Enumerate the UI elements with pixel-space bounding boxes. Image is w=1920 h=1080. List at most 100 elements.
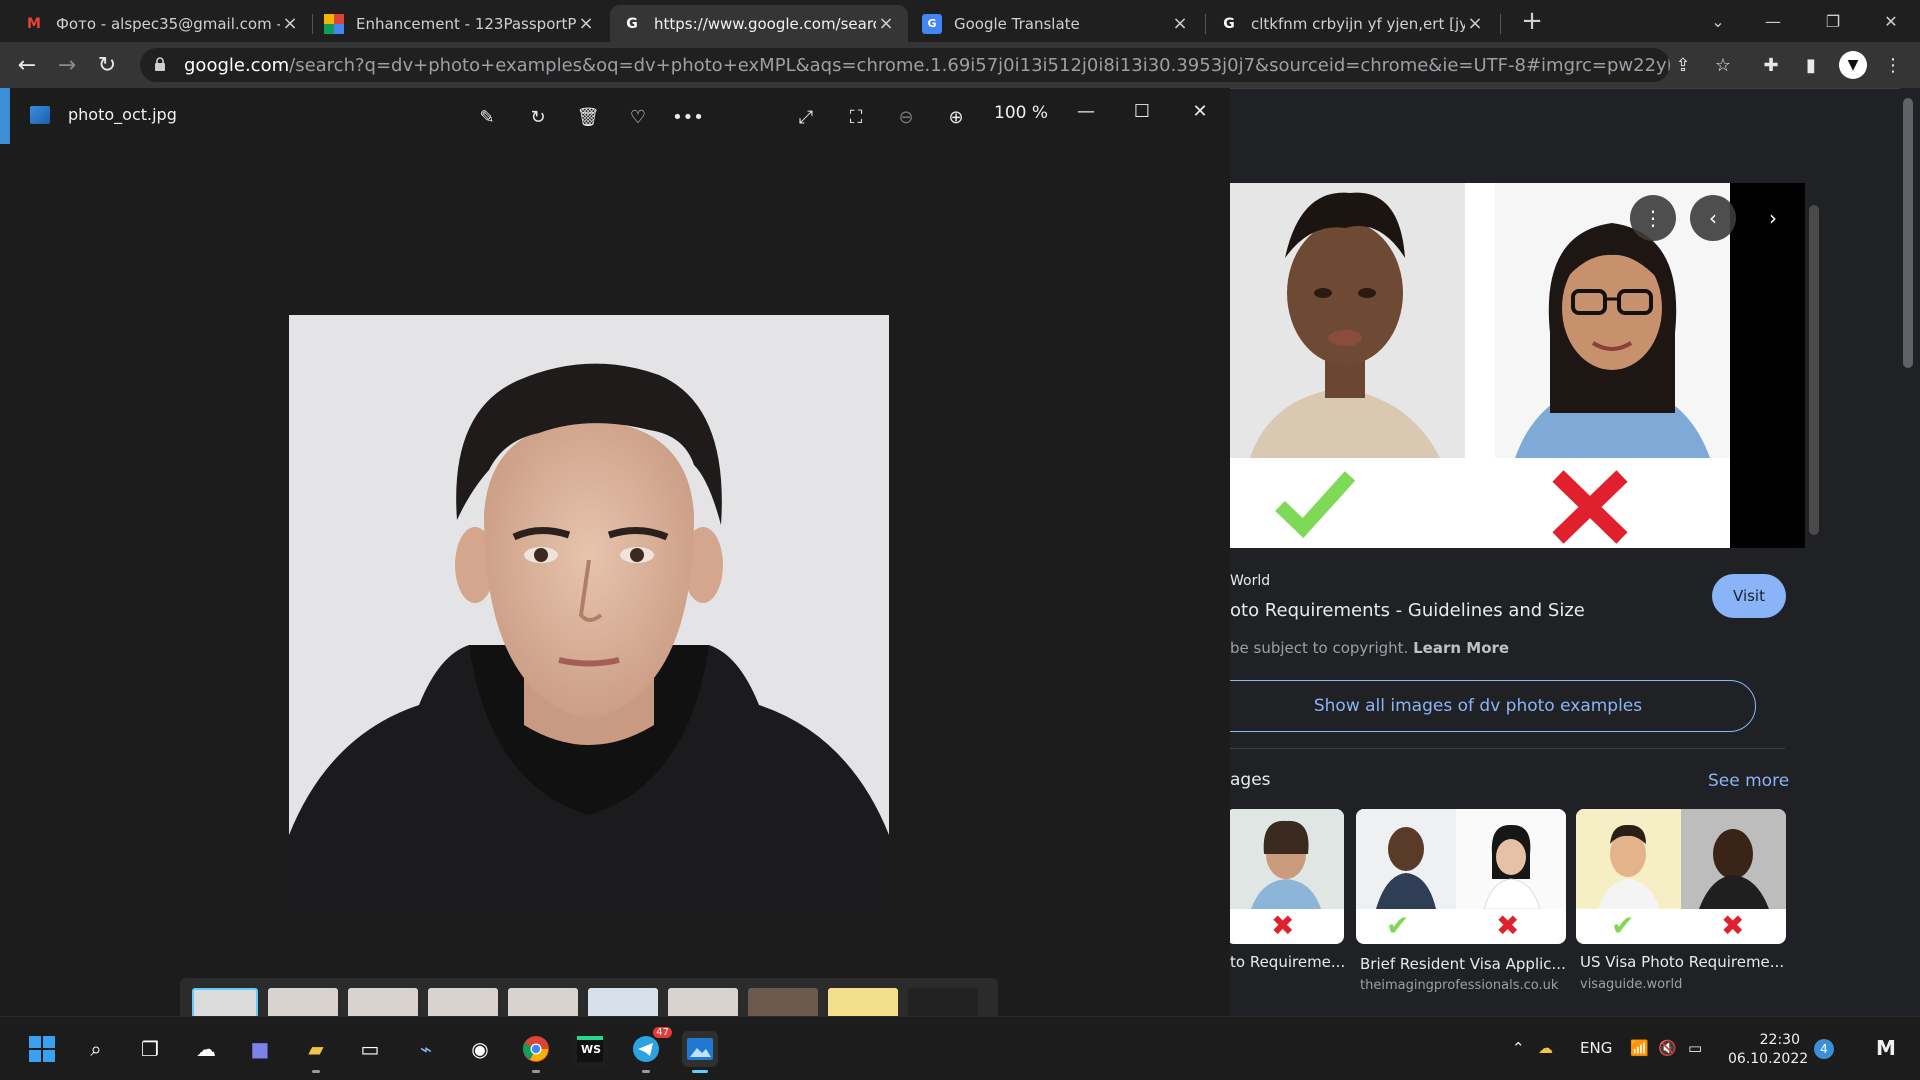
previous-image-icon[interactable]: ‹ xyxy=(1690,195,1736,241)
filmstrip-thumbnail[interactable] xyxy=(428,988,498,1016)
see-more-link[interactable]: See more xyxy=(1708,771,1789,791)
related-source[interactable]: visaguide.world xyxy=(1580,977,1785,992)
filmstrip-thumbnail-selected[interactable] xyxy=(192,988,258,1016)
related-image-card[interactable]: ✔ ✖ xyxy=(1576,809,1786,944)
notification-count[interactable]: 4 xyxy=(1814,1039,1834,1059)
battery-icon[interactable]: ▭ xyxy=(1688,1039,1702,1057)
filmstrip-thumbnail[interactable] xyxy=(908,988,978,1016)
panel-scrollbar[interactable] xyxy=(1806,185,1826,985)
filmstrip-thumbnail[interactable] xyxy=(748,988,818,1016)
terminal-icon[interactable]: ▭ xyxy=(352,1031,388,1067)
tab-gmail[interactable]: M Фото - alspec35@gmail.com - Gr × xyxy=(12,5,312,42)
monitor-app-icon[interactable]: ⌁ xyxy=(408,1031,444,1067)
start-icon[interactable] xyxy=(24,1031,60,1067)
close-window-icon[interactable]: ✕ xyxy=(1182,96,1218,126)
restore-icon[interactable]: ❐ xyxy=(1810,0,1856,42)
related-caption[interactable]: US Visa Photo Requireme... xyxy=(1580,953,1785,971)
bookmark-star-icon[interactable]: ☆ xyxy=(1708,50,1738,80)
extensions-icon[interactable]: ✚ xyxy=(1756,50,1786,80)
next-image-icon[interactable]: › xyxy=(1750,195,1796,241)
back-icon[interactable]: ← xyxy=(12,50,42,80)
reload-icon[interactable]: ↻ xyxy=(92,50,122,80)
more-options-icon[interactable]: ⋮ xyxy=(1630,195,1676,241)
learn-more-link[interactable]: Learn More xyxy=(1413,639,1509,657)
edit-image-icon[interactable]: ✎ xyxy=(470,100,504,134)
more-menu-icon[interactable]: ⋮ xyxy=(1878,50,1908,80)
filmstrip-thumbnail[interactable] xyxy=(508,988,578,1016)
close-window-icon[interactable]: ✕ xyxy=(1868,0,1914,42)
wifi-icon[interactable]: 📶 xyxy=(1630,1039,1649,1057)
close-icon[interactable]: × xyxy=(1465,13,1485,34)
clock[interactable]: 22:30 06.10.2022 xyxy=(1728,1031,1808,1069)
related-image-card[interactable]: ✖ xyxy=(1226,809,1344,944)
tab-search-icon[interactable]: ⌄ xyxy=(1695,0,1741,42)
onedrive-icon[interactable]: ☁ xyxy=(1538,1039,1553,1057)
preview-image-area[interactable]: ⋮ ‹ › xyxy=(1230,183,1805,548)
language-indicator[interactable]: ENG xyxy=(1580,1039,1612,1057)
displayed-photo[interactable] xyxy=(289,315,889,915)
zoom-level[interactable]: 100 % xyxy=(994,103,1048,123)
fit-to-window-icon[interactable]: ⛶ xyxy=(839,100,873,134)
page-scrollbar[interactable] xyxy=(1900,88,1920,1016)
tab-google-search[interactable]: G https://www.google.com/search? × xyxy=(610,5,908,42)
delete-icon[interactable]: 🗑 xyxy=(571,100,605,134)
minimize-icon[interactable]: — xyxy=(1068,96,1104,126)
image-file-icon xyxy=(30,106,50,124)
related-caption[interactable]: to Requireme... xyxy=(1230,953,1344,971)
scrollbar-thumb[interactable] xyxy=(1903,98,1913,368)
new-tab-button[interactable]: + xyxy=(1508,0,1556,42)
filmstrip-thumbnail[interactable] xyxy=(348,988,418,1016)
cross-icon: ✖ xyxy=(1721,909,1745,942)
search-icon[interactable]: ⌕ xyxy=(78,1031,114,1067)
show-hidden-icons-icon[interactable]: ⌃ xyxy=(1512,1039,1525,1057)
close-icon[interactable]: × xyxy=(280,13,300,34)
side-panel-icon[interactable]: ▮ xyxy=(1796,50,1826,80)
filmstrip-thumbnail[interactable] xyxy=(588,988,658,1016)
photos-app-icon[interactable] xyxy=(682,1031,718,1073)
app-icon[interactable]: ◉ xyxy=(462,1031,498,1067)
task-view-icon[interactable]: ❐ xyxy=(132,1031,168,1067)
favorite-heart-icon[interactable]: ♡ xyxy=(621,100,655,134)
image-title[interactable]: oto Requirements - Guidelines and Size xyxy=(1230,600,1585,621)
teams-chat-icon[interactable]: ■ xyxy=(242,1031,278,1067)
webstorm-icon[interactable]: WS xyxy=(572,1031,608,1067)
svg-text:WS: WS xyxy=(581,1043,601,1056)
visit-button[interactable]: Visit xyxy=(1712,574,1786,618)
image-source[interactable]: World xyxy=(1230,573,1270,589)
show-all-images-button[interactable]: Show all images of dv photo examples xyxy=(1200,680,1756,732)
address-bar[interactable]: google.com/search?q=dv+photo+examples&oq… xyxy=(140,48,1670,82)
related-caption[interactable]: Brief Resident Visa Applic... xyxy=(1360,955,1565,973)
copyright-notice: be subject to copyright. Learn More xyxy=(1230,639,1509,657)
file-explorer-icon[interactable]: ▰ xyxy=(298,1031,334,1073)
telegram-icon[interactable]: 47 xyxy=(628,1027,672,1073)
tab-google-translate[interactable]: G Google Translate × xyxy=(910,5,1202,42)
url-host: google.com xyxy=(184,54,290,76)
maximize-icon[interactable]: ☐ xyxy=(1124,96,1160,126)
minimize-icon[interactable]: — xyxy=(1750,0,1796,42)
volume-muted-icon[interactable]: 🔇 xyxy=(1658,1039,1677,1057)
widgets-icon[interactable]: ☁ xyxy=(188,1031,224,1067)
zoom-out-icon[interactable]: ⊖ xyxy=(889,100,923,134)
related-image-card[interactable]: ✔ ✖ xyxy=(1356,809,1566,944)
chrome-icon[interactable] xyxy=(518,1031,554,1073)
divider xyxy=(1230,88,1920,89)
forward-icon[interactable]: → xyxy=(52,50,82,80)
scrollbar-thumb[interactable] xyxy=(1809,205,1819,535)
close-icon[interactable]: × xyxy=(576,13,596,34)
close-icon[interactable]: × xyxy=(876,13,896,34)
filmstrip-thumbnail[interactable] xyxy=(268,988,338,1016)
share-icon[interactable]: ⇪ xyxy=(1668,50,1698,80)
show-desktop-logo-icon[interactable]: M xyxy=(1876,1036,1896,1060)
filmstrip-thumbnail[interactable] xyxy=(668,988,738,1016)
fullscreen-icon[interactable]: ⤢ xyxy=(789,100,823,134)
rotate-icon[interactable]: ↻ xyxy=(521,100,555,134)
filmstrip-thumbnail[interactable] xyxy=(828,988,898,1016)
zoom-in-icon[interactable]: ⊕ xyxy=(939,100,973,134)
tab-enhancement[interactable]: Enhancement - 123PassportPhot × xyxy=(312,5,608,42)
related-source[interactable]: theimagingprofessionals.co.uk xyxy=(1360,978,1565,993)
related-thumbnail xyxy=(1356,809,1456,909)
profile-avatar[interactable]: ▼ xyxy=(1838,50,1868,80)
more-options-icon[interactable]: ••• xyxy=(671,100,705,134)
tab-google-search-2[interactable]: G cltkfnm crbyijn yf yjen,ert [jyjh - G … xyxy=(1207,5,1497,42)
close-icon[interactable]: × xyxy=(1170,13,1190,34)
